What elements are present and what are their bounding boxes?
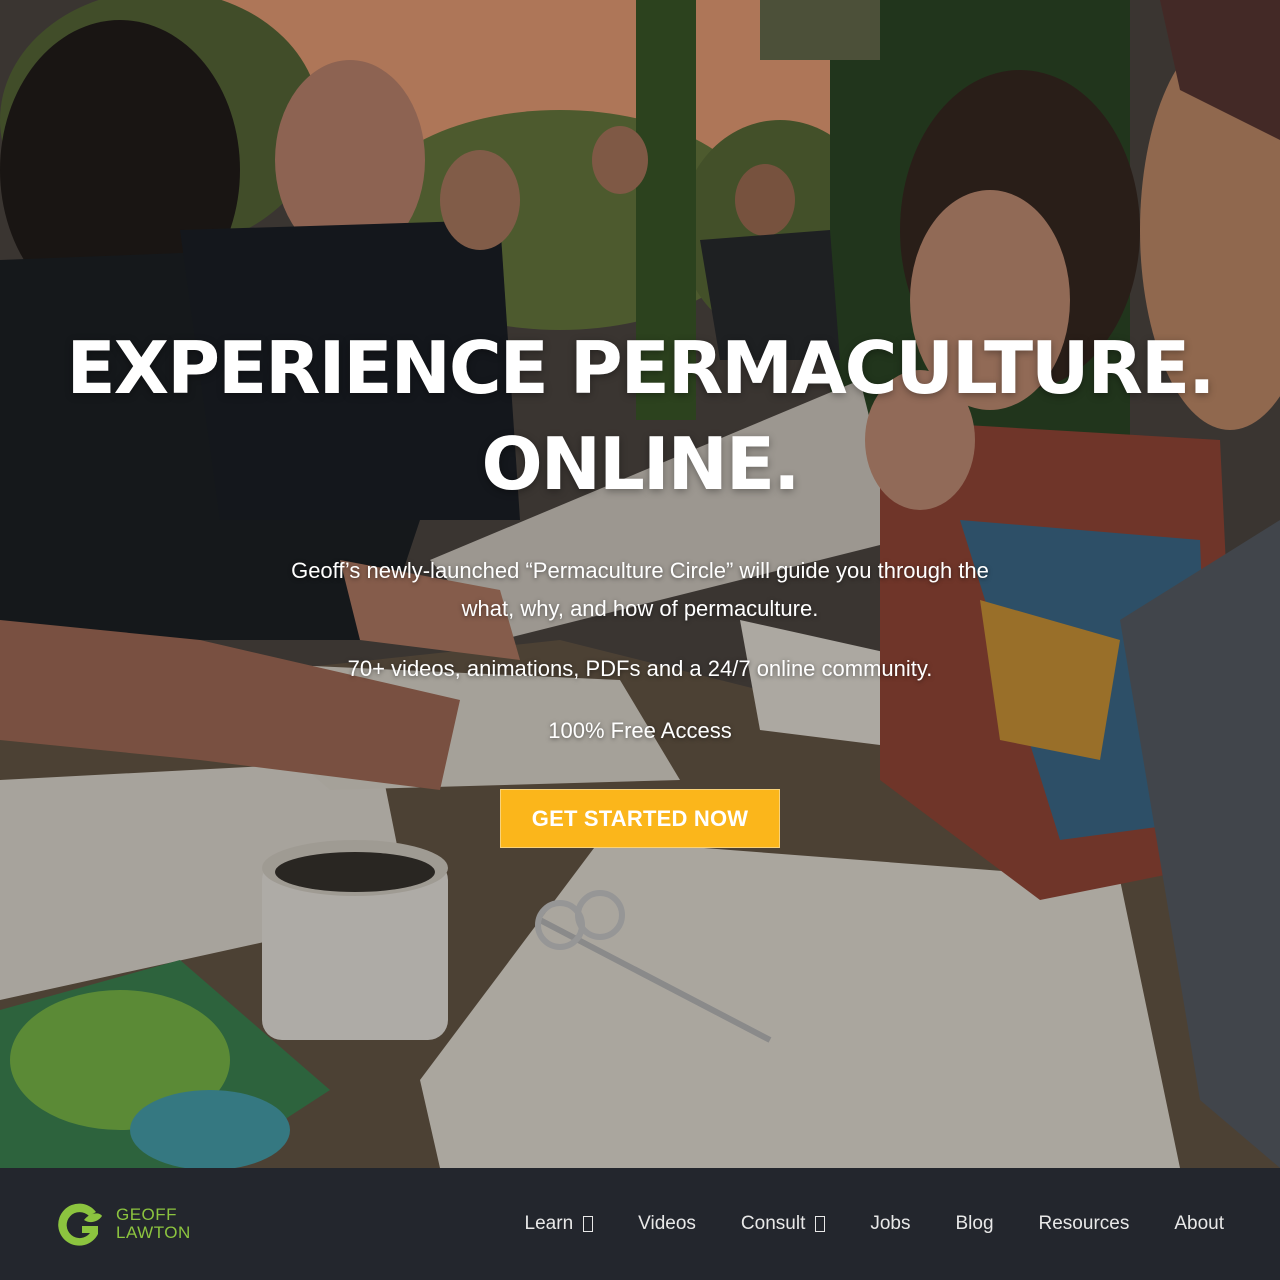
nav-item-resources[interactable]: Resources [1039,1213,1130,1235]
hero-section: EXPERIENCE PERMACULTURE. ONLINE. Geoff’s… [0,0,1280,1168]
hero-content: EXPERIENCE PERMACULTURE. ONLINE. Geoff’s… [0,0,1280,1168]
nav-item-label: Resources [1038,1213,1130,1234]
get-started-button[interactable]: GET STARTED NOW [500,789,780,848]
dropdown-caret-icon [583,1216,594,1232]
hero-description: Geoff’s newly-launched “Permaculture Cir… [291,558,989,621]
hero-headline-line-2: ONLINE. [481,422,801,506]
nav-item-learn[interactable]: Learn [525,1213,594,1235]
nav-item-label: Blog [955,1213,994,1234]
logo-wordmark: GEOFF LAWTON [116,1206,191,1242]
nav-item-videos[interactable]: Videos [638,1213,696,1235]
nav-item-blog[interactable]: Blog [955,1213,993,1235]
logo-text-line-1: GEOFF [116,1205,178,1224]
nav-item-consult[interactable]: Consult [740,1213,826,1235]
nav-item-label: About [1174,1213,1224,1234]
nav-item-about[interactable]: About [1174,1213,1224,1235]
geoff-lawton-logo-icon [58,1203,102,1246]
nav-item-label: Jobs [870,1213,911,1234]
hero-features: 70+ videos, animations, PDFs and a 24/7 … [347,656,933,681]
hero-headline: EXPERIENCE PERMACULTURE. ONLINE. [0,320,1280,512]
nav-item-jobs[interactable]: Jobs [870,1213,910,1235]
dropdown-caret-icon [815,1216,826,1232]
site-logo[interactable]: GEOFF LAWTON [54,1198,191,1250]
main-nav: Learn Videos Consult Jobs Blog Resources… [525,1168,1224,1280]
hero-access-note: 100% Free Access [548,718,732,743]
hero-headline-line-1: EXPERIENCE PERMACULTURE. [66,326,1216,410]
nav-item-label: Learn [524,1213,574,1234]
nav-item-label: Videos [638,1213,696,1234]
logo-text-line-2: LAWTON [116,1223,191,1242]
nav-item-label: Consult [740,1213,806,1234]
